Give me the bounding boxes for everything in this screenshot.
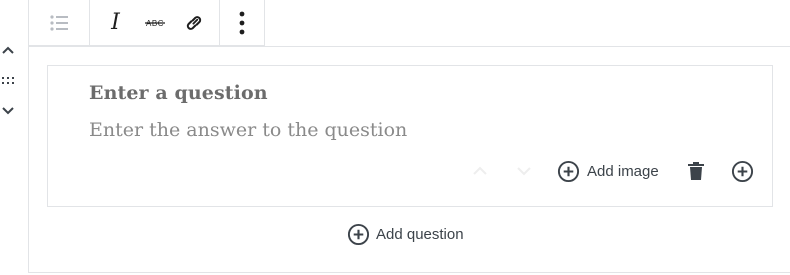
italic-button[interactable]: I — [96, 0, 135, 46]
more-options-button[interactable] — [221, 0, 263, 46]
strikethrough-icon: ABC — [144, 19, 165, 28]
drag-handle-icon — [2, 77, 14, 84]
block-toolbar: I ABC — [28, 0, 265, 46]
move-question-up-button[interactable] — [472, 158, 488, 184]
more-vertical-icon — [239, 11, 245, 34]
link-button[interactable] — [174, 0, 213, 46]
list-icon — [50, 14, 68, 31]
plus-circle-icon — [347, 223, 370, 245]
move-block-up-button[interactable] — [0, 42, 16, 58]
italic-icon: I — [111, 10, 120, 35]
trash-icon — [688, 162, 704, 180]
chevron-up-icon — [2, 46, 14, 54]
strikethrough-button[interactable]: ABC — [135, 0, 174, 46]
chevron-up-icon — [473, 166, 487, 175]
toolbar-group-list — [29, 0, 90, 45]
faq-block: Enter a question Enter the answer to the… — [28, 46, 790, 273]
plus-circle-icon — [557, 160, 580, 182]
faq-item-actions: Add image — [48, 158, 772, 184]
add-image-label: Add image — [587, 162, 659, 180]
answer-input[interactable]: Enter the answer to the question — [89, 119, 407, 141]
move-question-down-button[interactable] — [516, 158, 532, 184]
toolbar-group-more — [220, 0, 264, 45]
link-icon — [186, 15, 201, 30]
add-question-label: Add question — [376, 225, 464, 243]
question-input[interactable]: Enter a question — [89, 82, 268, 104]
chevron-down-icon — [2, 107, 14, 115]
drag-handle[interactable] — [0, 73, 16, 89]
add-question-button[interactable]: Add question — [347, 221, 464, 247]
toolbar-group-format: I ABC — [90, 0, 220, 45]
plus-circle-icon — [731, 160, 754, 182]
add-question-after-button[interactable] — [731, 158, 754, 184]
faq-item: Enter a question Enter the answer to the… — [47, 65, 773, 207]
chevron-down-icon — [517, 167, 531, 176]
delete-question-button[interactable] — [687, 158, 705, 184]
move-block-down-button[interactable] — [0, 103, 16, 119]
add-image-button[interactable]: Add image — [557, 158, 659, 184]
list-button[interactable] — [38, 0, 80, 46]
